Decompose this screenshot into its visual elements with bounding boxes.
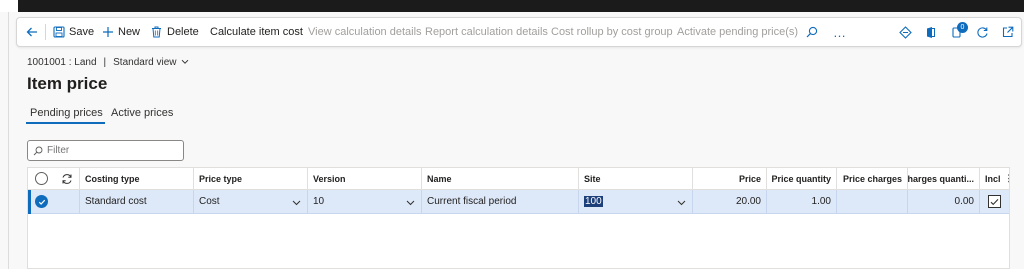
refresh-icon (61, 173, 73, 185)
header-charges-quantity[interactable]: Charges quanti... (907, 168, 979, 189)
more-options-button[interactable]: … (833, 18, 846, 46)
checked-circle-icon (35, 195, 48, 208)
trash-icon (151, 26, 162, 38)
more-label: … (833, 24, 846, 40)
table-row[interactable]: Standard cost Cost 10 Current fiscal per… (28, 190, 1009, 214)
header-price[interactable]: Price (692, 168, 766, 189)
cell-site[interactable]: 100 (584, 196, 603, 207)
breadcrumb-separator: | (103, 56, 107, 68)
activate-pending-prices-label: Activate pending price(s) (677, 26, 799, 38)
cell-price[interactable]: 20.00 (692, 190, 766, 213)
header-price-charges[interactable]: Price charges (836, 168, 907, 189)
tab-pending-prices[interactable]: Pending prices (26, 107, 105, 124)
refresh-icon (976, 26, 989, 39)
view-calculation-details-label: View calculation details (308, 26, 422, 38)
window-top-bar (0, 0, 1024, 12)
calculate-item-cost-button[interactable]: Calculate item cost (210, 18, 303, 46)
save-icon (53, 26, 65, 38)
price-type-dropdown[interactable]: Cost (193, 190, 307, 213)
activate-pending-prices-button[interactable]: Activate pending price(s) (677, 18, 798, 46)
power-apps-button[interactable] (899, 18, 912, 46)
save-label: Save (69, 26, 95, 38)
tab-active-prices[interactable]: Active prices (111, 107, 173, 119)
row-select-checkbox[interactable] (28, 190, 55, 213)
filter-input[interactable] (47, 145, 167, 156)
incl-checkbox[interactable] (979, 190, 1009, 213)
cell-charges-quantity[interactable]: 0.00 (907, 190, 979, 213)
select-all-checkbox[interactable] (28, 168, 55, 189)
open-in-new-window-button[interactable] (1002, 18, 1014, 46)
notification-badge: 0 (957, 22, 968, 33)
view-calculation-details-button[interactable]: View calculation details (308, 18, 422, 46)
breadcrumb-item[interactable]: 1001001 : Land (27, 57, 97, 68)
toolbar-divider (45, 24, 46, 40)
plus-icon (102, 26, 114, 38)
report-calculation-details-button[interactable]: Report calculation details (425, 18, 548, 46)
back-arrow-icon (25, 25, 39, 39)
cell-costing-type[interactable]: Standard cost (79, 190, 193, 213)
action-pane: Save New Delete Calculate item cost View… (16, 17, 1022, 47)
refresh-grid-button[interactable] (55, 168, 79, 189)
filter-box (27, 140, 184, 161)
header-price-type[interactable]: Price type (193, 168, 307, 189)
header-site[interactable]: Site (578, 168, 692, 189)
search-icon (33, 146, 43, 156)
grid-header-row: Costing type Price type Version Name Sit… (28, 168, 1009, 190)
cost-rollup-label: Cost rollup by cost group (551, 26, 673, 38)
site-dropdown[interactable]: 100 (578, 190, 692, 213)
search-icon (806, 26, 818, 38)
left-divider (8, 12, 9, 269)
header-incl-label: Incl (985, 173, 1001, 184)
selected-row-marker (28, 190, 31, 214)
header-name[interactable]: Name (421, 168, 578, 189)
pending-prices-grid: Costing type Price type Version Name Sit… (27, 167, 1010, 269)
office-icon (925, 26, 936, 39)
breadcrumb: 1001001 : Land | Standard view (27, 55, 189, 69)
cell-name[interactable]: Current fiscal period (421, 190, 578, 213)
column-options-icon[interactable]: ⋮ (1005, 173, 1009, 184)
circle-checkbox-icon (35, 172, 48, 185)
cell-price-quantity[interactable]: 1.00 (766, 190, 836, 213)
version-dropdown[interactable]: 10 (307, 190, 421, 213)
header-version[interactable]: Version (307, 168, 421, 189)
checkbox-checked-icon (988, 195, 1001, 208)
new-button[interactable]: New (102, 18, 140, 46)
cell-version: 10 (313, 196, 325, 207)
browser-tab-edge (0, 0, 18, 12)
delete-button[interactable]: Delete (151, 18, 199, 46)
refresh-button[interactable] (976, 18, 989, 46)
save-button[interactable]: Save (53, 18, 94, 46)
chevron-down-icon[interactable] (677, 198, 686, 209)
pop-out-icon (1002, 26, 1014, 38)
back-button[interactable] (25, 18, 39, 46)
page-title: Item price (27, 74, 108, 93)
cell-price-type: Cost (199, 196, 220, 207)
office-button[interactable] (925, 18, 936, 46)
chevron-down-icon[interactable] (406, 198, 415, 209)
report-calculation-details-label: Report calculation details (425, 26, 548, 38)
header-incl[interactable]: Incl ⋮ (979, 168, 1009, 189)
header-costing-type[interactable]: Costing type (79, 168, 193, 189)
chevron-down-icon[interactable] (292, 198, 301, 209)
diamond-icon (899, 25, 912, 39)
row-spacer (55, 190, 79, 213)
header-price-quantity[interactable]: Price quantity (766, 168, 836, 189)
search-button[interactable] (806, 18, 818, 46)
new-label: New (118, 26, 141, 38)
chevron-down-icon[interactable] (181, 59, 189, 65)
calculate-item-cost-label: Calculate item cost (210, 26, 303, 38)
cell-price-charges[interactable] (836, 190, 907, 213)
view-selector[interactable]: Standard view (113, 57, 176, 68)
cost-rollup-button[interactable]: Cost rollup by cost group (551, 18, 673, 46)
delete-label: Delete (167, 26, 199, 38)
